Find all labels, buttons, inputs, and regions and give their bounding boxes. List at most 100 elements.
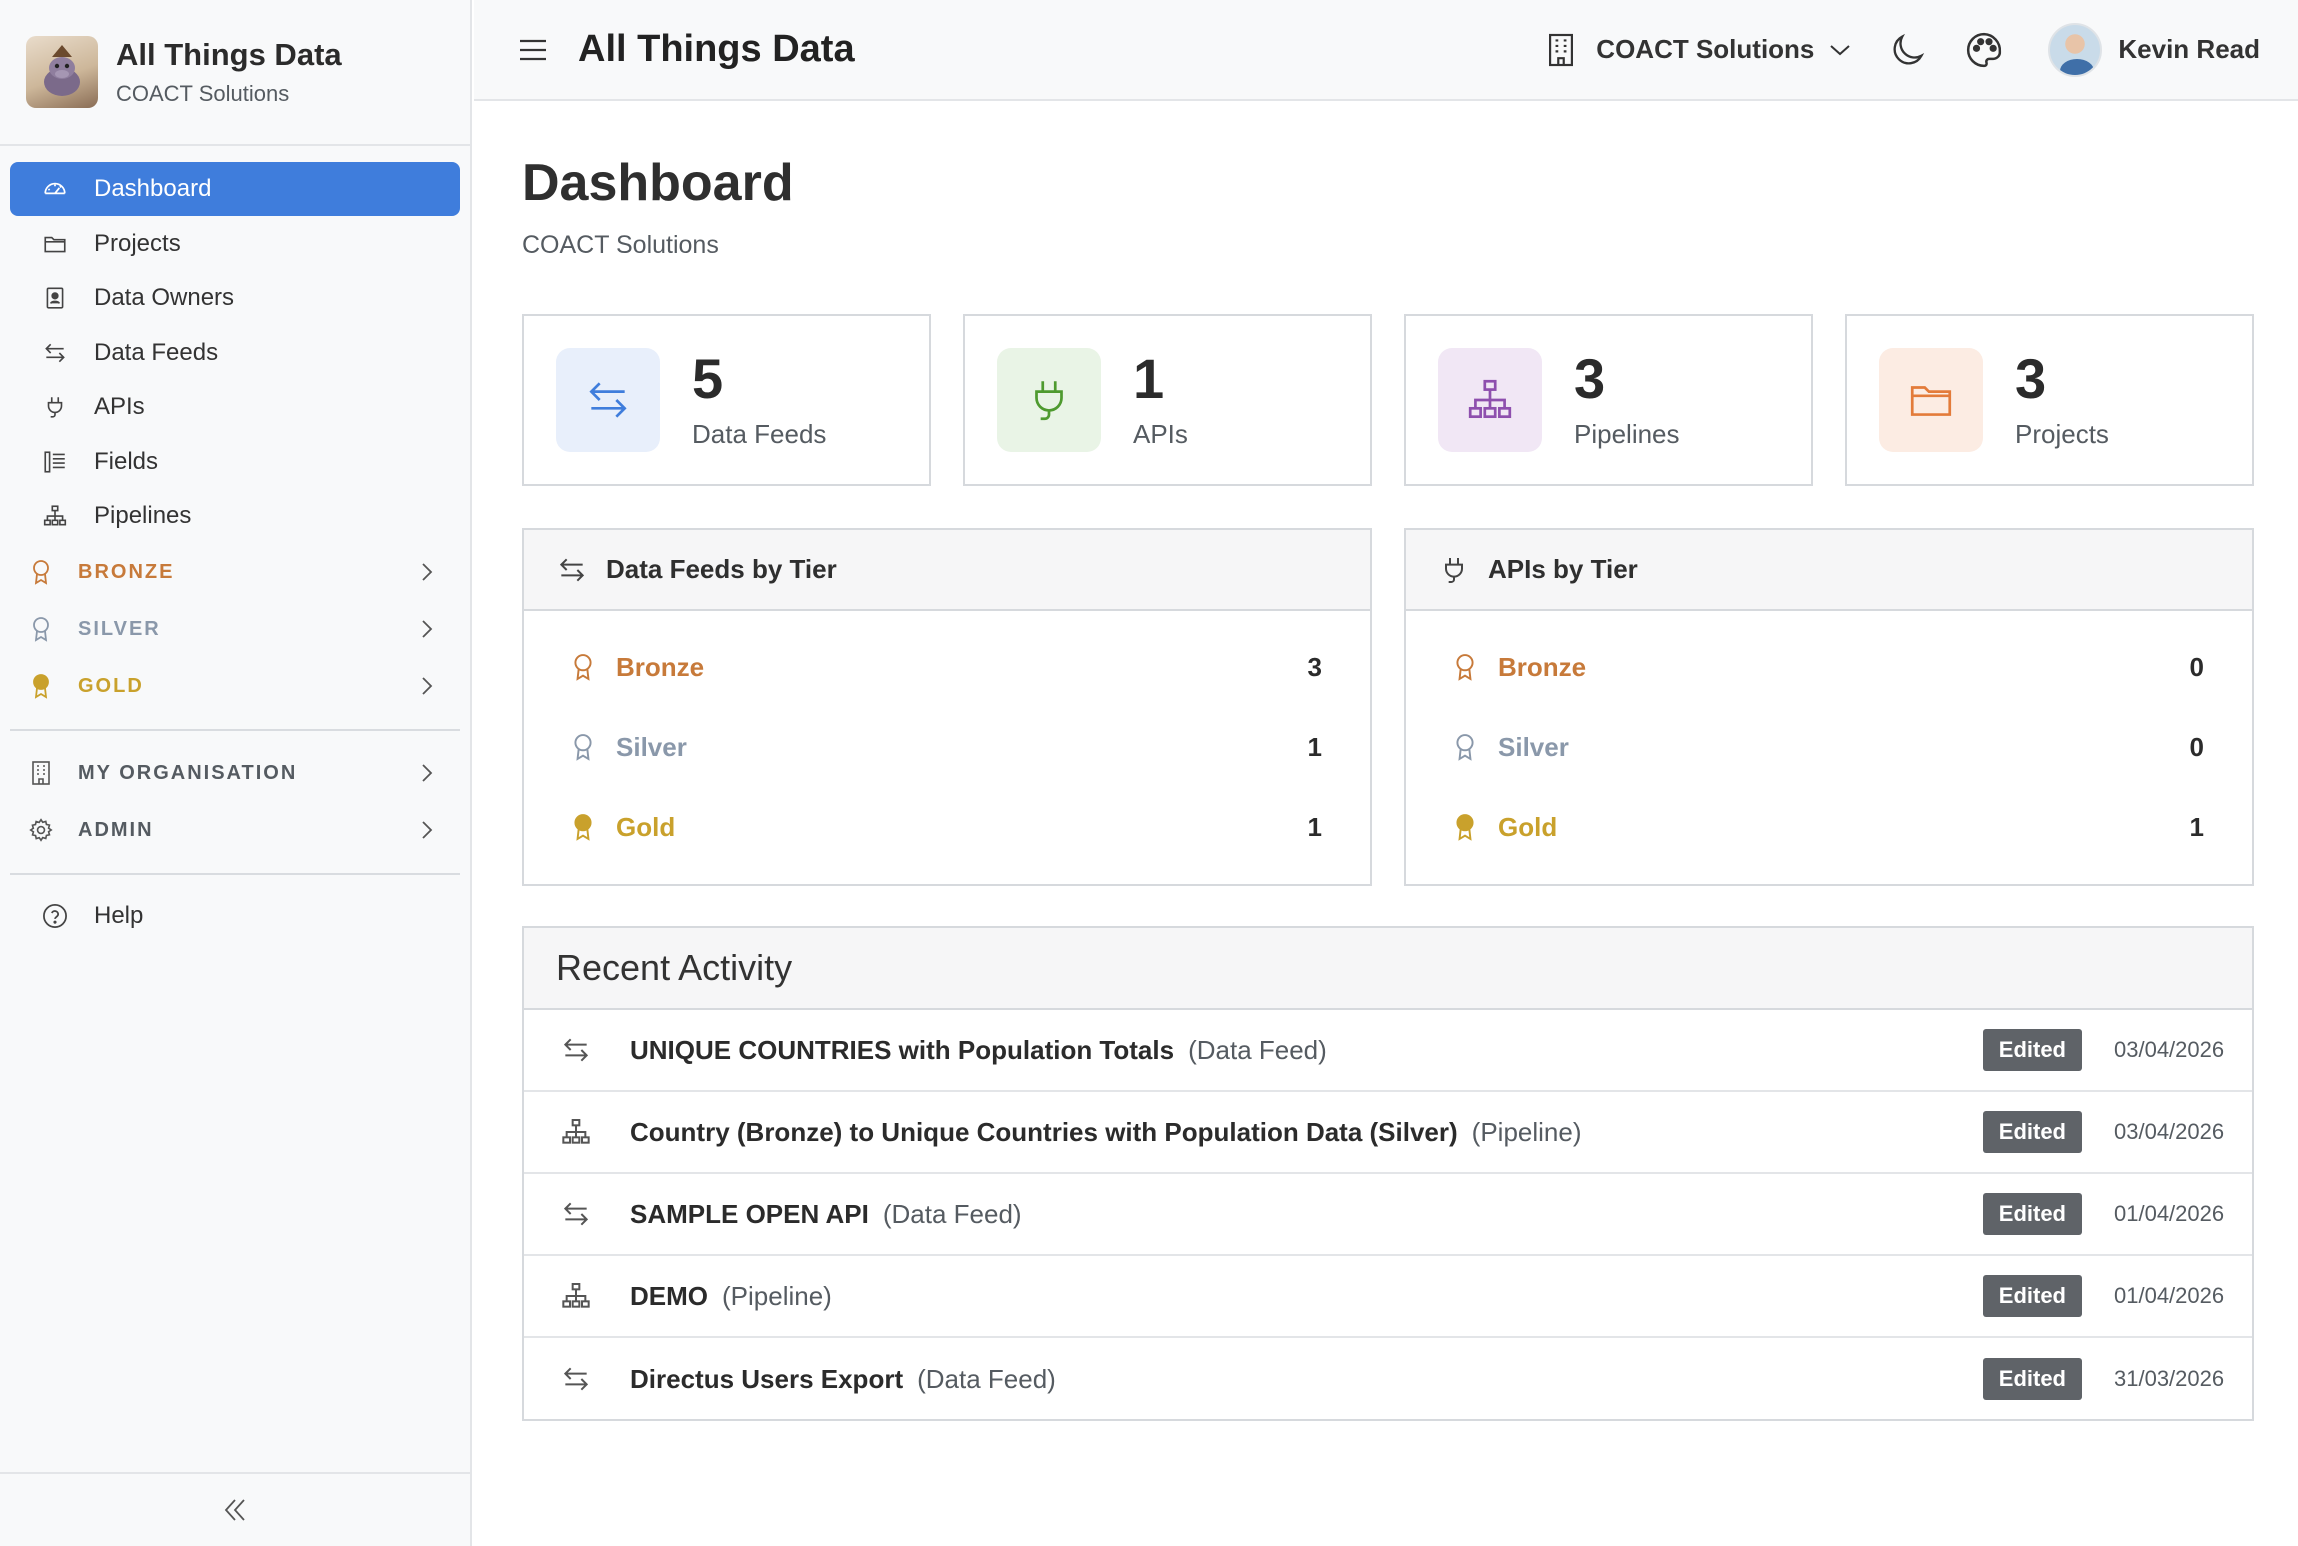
chevron-right-icon: [420, 561, 434, 583]
tier-label: Silver: [616, 731, 687, 762]
activity-row[interactable]: UNIQUE COUNTRIES with Population Totals …: [524, 1010, 2252, 1092]
avatar[interactable]: [2048, 22, 2103, 77]
sidebar-item-projects[interactable]: Projects: [10, 217, 460, 271]
stat-value: 5: [692, 346, 724, 410]
award-filled-icon: [1452, 811, 1478, 843]
sidebar-item-fields[interactable]: Fields: [10, 435, 460, 489]
tier-count: 0: [2189, 651, 2204, 682]
section-label: MY ORGANISATION: [78, 761, 298, 784]
status-badge: Edited: [1982, 1111, 2082, 1153]
tier-label: BRONZE: [78, 560, 175, 583]
sidebar-item-label: APIs: [94, 393, 145, 420]
sidebar-item-apis[interactable]: APIs: [10, 380, 460, 434]
stat-value: 1: [1133, 346, 1165, 410]
topbar-title: All Things Data: [578, 28, 855, 70]
divider: [10, 728, 460, 731]
activity-row[interactable]: DEMO (Pipeline) Edited 01/04/2026: [524, 1256, 2252, 1338]
activity-type: (Data Feed): [917, 1363, 1056, 1394]
stat-card-data-feeds[interactable]: 5 Data Feeds: [522, 314, 931, 486]
sidebar: All Things Data COACT Solutions Dashboar…: [0, 0, 472, 1546]
tier-label: Bronze: [616, 651, 705, 682]
award-icon: [1452, 651, 1478, 683]
activity-date: 03/04/2026: [2114, 1037, 2225, 1062]
hamburger-menu-icon[interactable]: [518, 37, 548, 63]
sidebar-group-bronze[interactable]: BRONZE: [10, 544, 460, 601]
activity-name[interactable]: Directus Users Export: [630, 1364, 903, 1395]
tier-row-bronze[interactable]: Bronze 0: [1406, 627, 2252, 707]
sidebar-item-label: Data Feeds: [94, 338, 219, 366]
sidebar-item-label: Fields: [94, 447, 159, 475]
award-filled-icon: [26, 671, 56, 701]
sidebar-group-gold[interactable]: GOLD: [10, 658, 460, 715]
sidebar-group-silver[interactable]: SILVER: [10, 601, 460, 658]
brand[interactable]: All Things Data COACT Solutions: [0, 0, 470, 146]
stat-label: APIs: [1133, 418, 1188, 449]
activity-name[interactable]: UNIQUE COUNTRIES with Population Totals: [630, 1035, 1174, 1066]
collapse-sidebar-button[interactable]: [0, 1472, 470, 1546]
activity-row[interactable]: Country (Bronze) to Unique Countries wit…: [524, 1092, 2252, 1174]
app-name: All Things Data: [116, 37, 342, 72]
tier-row-gold[interactable]: Gold 1: [524, 787, 1370, 867]
sidebar-group-my-organisation[interactable]: MY ORGANISATION: [10, 745, 460, 802]
sidebar-nav: Dashboard Projects Data Owners Data Feed…: [0, 146, 470, 543]
plug-icon: [1024, 375, 1074, 425]
status-badge: Edited: [1982, 1358, 2082, 1400]
stat-icon-tile: [1879, 348, 1983, 452]
gauge-icon: [40, 174, 70, 204]
theme-palette-icon[interactable]: [1964, 30, 2004, 70]
page-subtitle: COACT Solutions: [522, 231, 719, 259]
activity-name[interactable]: SAMPLE OPEN API: [630, 1199, 869, 1230]
tier-row-silver[interactable]: Silver 0: [1406, 707, 2252, 787]
topbar: All Things Data COACT Solutions Kevin Re…: [474, 0, 2298, 101]
help-circle-icon: [40, 901, 70, 931]
stat-value: 3: [1574, 346, 1606, 410]
contact-book-icon: [40, 283, 70, 313]
data-feeds-by-tier-card: Data Feeds by Tier Bronze 3 Silver 1 Gol…: [522, 528, 1372, 886]
org-selector[interactable]: COACT Solutions: [1546, 31, 1852, 69]
sidebar-item-pipelines[interactable]: Pipelines: [10, 489, 460, 543]
chevron-down-icon: [1828, 42, 1852, 58]
sidebar-item-help[interactable]: Help: [10, 889, 460, 943]
tier-label: Gold: [1498, 811, 1558, 842]
chevrons-left-icon: [220, 1495, 250, 1525]
activity-name[interactable]: Country (Bronze) to Unique Countries wit…: [630, 1117, 1458, 1148]
card-title: Data Feeds by Tier: [606, 554, 837, 584]
apis-by-tier-card: APIs by Tier Bronze 0 Silver 0 Gold 1: [1404, 528, 2254, 886]
activity-date: 31/03/2026: [2114, 1366, 2225, 1391]
diagram-icon: [1465, 375, 1515, 425]
sidebar-item-data-owners[interactable]: Data Owners: [10, 271, 460, 325]
arrows-exchange-icon: [558, 1363, 594, 1395]
tier-row-gold[interactable]: Gold 1: [1406, 787, 2252, 867]
diagram-icon: [558, 1116, 594, 1148]
status-badge: Edited: [1982, 1029, 2082, 1071]
sidebar-group-admin[interactable]: ADMIN: [10, 802, 460, 859]
tier-row-silver[interactable]: Silver 1: [524, 707, 1370, 787]
status-badge: Edited: [1982, 1193, 2082, 1235]
tier-row-bronze[interactable]: Bronze 3: [524, 627, 1370, 707]
award-filled-icon: [570, 811, 596, 843]
dark-mode-moon-icon[interactable]: [1888, 30, 1928, 70]
stat-card-projects[interactable]: 3 Projects: [1845, 314, 2254, 486]
award-icon: [1452, 731, 1478, 763]
activity-row[interactable]: Directus Users Export (Data Feed) Edited…: [524, 1338, 2252, 1420]
folder-icon: [1906, 375, 1956, 425]
user-name[interactable]: Kevin Read: [2118, 34, 2260, 65]
tier-label: Silver: [1498, 731, 1569, 762]
section-label: ADMIN: [78, 818, 154, 841]
arrows-exchange-icon: [40, 338, 70, 368]
org-selector-label: COACT Solutions: [1596, 34, 1815, 64]
arrows-exchange-icon: [558, 1198, 594, 1230]
stat-card-pipelines[interactable]: 3 Pipelines: [1404, 314, 1813, 486]
activity-row[interactable]: SAMPLE OPEN API (Data Feed) Edited 01/04…: [524, 1174, 2252, 1256]
activity-name[interactable]: DEMO: [630, 1281, 708, 1312]
card-title: APIs by Tier: [1488, 554, 1638, 584]
stat-card-apis[interactable]: 1 APIs: [963, 314, 1372, 486]
page-title: Dashboard: [522, 154, 794, 212]
tier-label: Gold: [616, 811, 676, 842]
award-icon: [26, 614, 56, 644]
sidebar-item-data-feeds[interactable]: Data Feeds: [10, 326, 460, 380]
arrows-exchange-icon: [583, 375, 633, 425]
stat-icon-tile: [1438, 348, 1542, 452]
sidebar-item-dashboard[interactable]: Dashboard: [10, 162, 460, 216]
stats-row: 5 Data Feeds 1 APIs 3 Pipelines 3 Projec…: [522, 314, 2254, 486]
